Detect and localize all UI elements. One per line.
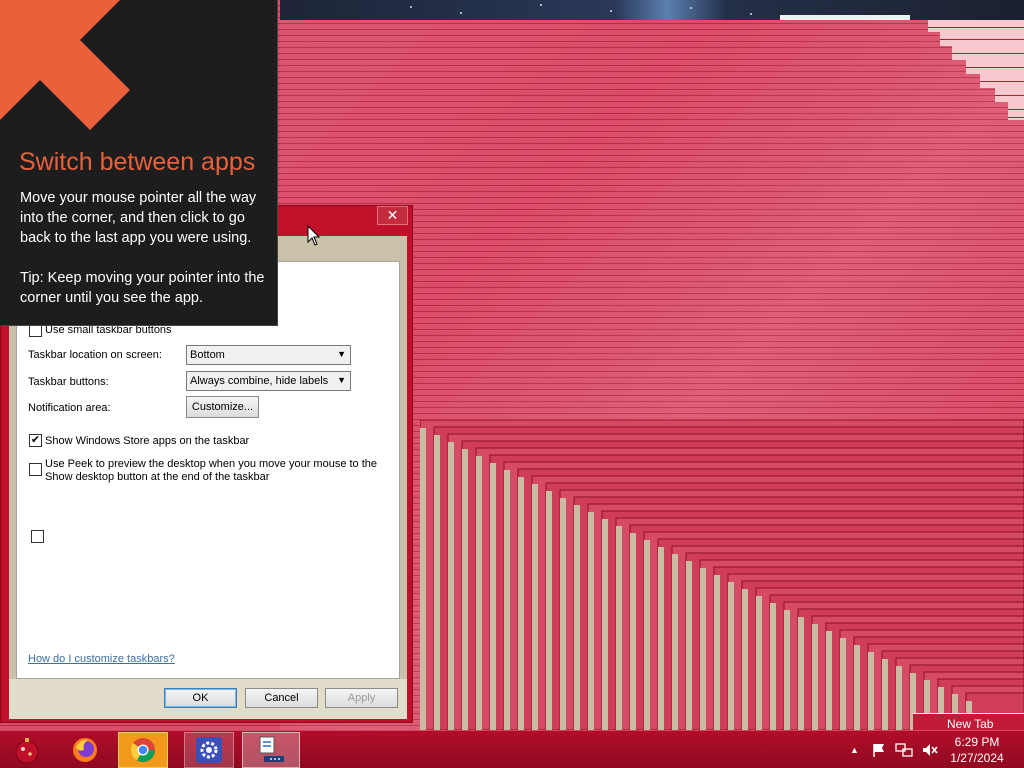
clock-time: 6:29 PM bbox=[954, 735, 1000, 749]
store-apps-label: Show Windows Store apps on the taskbar bbox=[45, 435, 250, 447]
new-tab-label: New Tab bbox=[947, 717, 994, 731]
volume-muted-icon[interactable] bbox=[921, 742, 939, 758]
ghost-window-edge bbox=[602, 519, 608, 730]
ghost-window-edge bbox=[546, 491, 552, 730]
settings-icon bbox=[196, 737, 222, 763]
location-label: Taskbar location on screen: bbox=[28, 349, 162, 361]
ghost-window-edge bbox=[532, 484, 538, 730]
notification-label: Notification area: bbox=[28, 402, 111, 414]
ghost-window-edge bbox=[462, 449, 468, 730]
ghost-window-edge bbox=[784, 610, 790, 730]
chevron-down-icon: ▼ bbox=[337, 375, 346, 385]
chevron-down-icon: ▼ bbox=[337, 349, 346, 359]
location-select[interactable]: Bottom ▼ bbox=[186, 345, 351, 365]
ghost-window-edge bbox=[588, 512, 594, 730]
taskbar: ▲ 6:29 PM 1/27/2024 bbox=[0, 730, 1024, 768]
action-center-flag-icon[interactable] bbox=[871, 742, 887, 758]
ghost-window-edge bbox=[476, 456, 482, 730]
ghost-window-edge bbox=[420, 428, 426, 730]
ghost-window-edge bbox=[882, 659, 888, 730]
ghost-window-edge bbox=[798, 617, 804, 730]
ghost-window-edge bbox=[840, 638, 846, 730]
wallpaper-stair bbox=[928, 20, 1024, 32]
task-manager-taskbar-button[interactable] bbox=[242, 732, 300, 768]
help-link[interactable]: How do I customize taskbars? bbox=[28, 653, 175, 665]
cascaded-window-ghosts bbox=[420, 420, 1024, 730]
small-buttons-checkbox[interactable] bbox=[31, 530, 44, 543]
wallpaper-stair bbox=[980, 74, 1024, 88]
buttons-select[interactable]: Always combine, hide labels ▼ bbox=[186, 371, 351, 391]
firefox-icon bbox=[73, 738, 97, 762]
start-ornament-icon bbox=[15, 738, 39, 764]
peek-checkbox[interactable] bbox=[29, 463, 42, 476]
ghost-window-edge bbox=[560, 498, 566, 730]
wallpaper-stair bbox=[995, 88, 1024, 102]
peek-label-line2: Show desktop button at the end of the ta… bbox=[45, 471, 270, 483]
taskbar-clock[interactable]: 6:29 PM 1/27/2024 bbox=[942, 734, 1012, 766]
wallpaper-stair bbox=[940, 32, 1024, 46]
corner-arrow-icon bbox=[0, 0, 130, 130]
ghost-window-edge bbox=[770, 603, 776, 730]
new-tab-notification[interactable]: New Tab bbox=[913, 713, 1024, 731]
ghost-window-edge bbox=[826, 631, 832, 730]
switch-apps-tip: Switch between apps Move your mouse poin… bbox=[0, 0, 278, 326]
chrome-taskbar-button[interactable] bbox=[118, 732, 168, 768]
ghost-window-edge bbox=[616, 526, 622, 730]
tip-title: Switch between apps bbox=[19, 148, 256, 176]
ghost-window-edge bbox=[518, 477, 524, 730]
ghost-window-edge bbox=[728, 582, 734, 730]
ghost-window-edge bbox=[574, 505, 580, 730]
mouse-cursor-icon bbox=[307, 225, 321, 246]
ghost-window-edge bbox=[644, 540, 650, 730]
task-manager-icon bbox=[259, 736, 284, 762]
chrome-icon bbox=[130, 738, 155, 763]
ghost-window-edge bbox=[490, 463, 496, 730]
ghost-window-edge bbox=[854, 645, 860, 730]
location-value: Bottom bbox=[190, 349, 225, 361]
ghost-window-edge bbox=[448, 442, 454, 730]
clock-date: 1/27/2024 bbox=[950, 751, 1004, 765]
buttons-label: Taskbar buttons: bbox=[28, 376, 109, 388]
ghost-window-edge bbox=[700, 568, 706, 730]
peek-label-line1: Use Peek to preview the desktop when you… bbox=[45, 458, 378, 470]
wallpaper-stair bbox=[1008, 102, 1024, 120]
ghost-window-edge bbox=[686, 561, 692, 730]
ghost-window-edge bbox=[812, 624, 818, 730]
tip-body: Move your mouse pointer all the way into… bbox=[20, 190, 257, 246]
close-button[interactable]: ✕ bbox=[377, 206, 408, 225]
apply-button[interactable]: Apply bbox=[325, 688, 398, 708]
ghost-window-edge bbox=[896, 666, 902, 730]
wallpaper-highlight bbox=[780, 15, 910, 20]
system-tray: ▲ bbox=[850, 731, 939, 768]
ghost-window-edge bbox=[714, 575, 720, 730]
buttons-value: Always combine, hide labels bbox=[190, 375, 329, 387]
wallpaper-stair bbox=[966, 60, 1024, 74]
settings-taskbar-button[interactable] bbox=[184, 732, 234, 768]
ghost-window-edge bbox=[434, 435, 440, 730]
tip-hint: Tip: Keep moving your pointer into the c… bbox=[20, 270, 265, 306]
cancel-button[interactable]: Cancel bbox=[245, 688, 318, 708]
ghost-window-edge bbox=[504, 470, 510, 730]
ghost-window-edge bbox=[672, 554, 678, 730]
ghost-window-edge bbox=[756, 596, 762, 730]
ghost-window-edge bbox=[868, 652, 874, 730]
close-icon: ✕ bbox=[386, 207, 399, 223]
ghost-window-edge bbox=[658, 547, 664, 730]
show-hidden-icons-icon[interactable]: ▲ bbox=[850, 745, 859, 755]
ghost-window-edge bbox=[742, 589, 748, 730]
start-button[interactable] bbox=[2, 732, 52, 768]
firefox-taskbar-button[interactable] bbox=[60, 732, 110, 768]
ghost-window-edge bbox=[630, 533, 636, 730]
store-apps-checkbox[interactable]: ✔ bbox=[29, 434, 42, 447]
wallpaper-stair bbox=[952, 46, 1024, 60]
wallpaper-top-strip bbox=[280, 0, 1024, 20]
network-icon[interactable] bbox=[895, 742, 913, 758]
ok-button[interactable]: OK bbox=[164, 688, 237, 708]
customize-button[interactable]: Customize... bbox=[186, 396, 259, 418]
